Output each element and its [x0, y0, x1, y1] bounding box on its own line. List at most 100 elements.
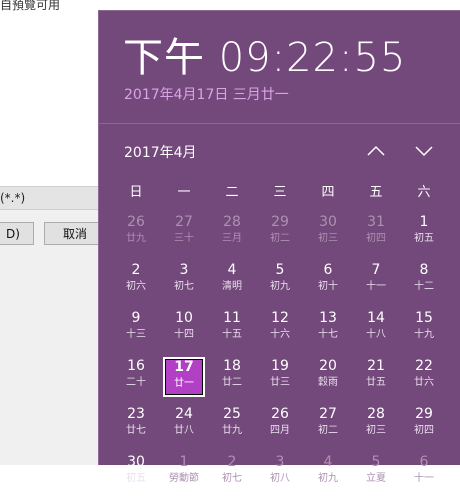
open-button[interactable]: D)	[0, 222, 34, 245]
calendar-day[interactable]: 5 初九	[256, 259, 304, 307]
day-number: 12	[271, 310, 289, 326]
day-number: 26	[127, 214, 145, 230]
calendar-day[interactable]: 19 廿三	[256, 355, 304, 403]
lunar-date: 初四	[366, 233, 386, 244]
calendar-day[interactable]: 13 十七	[304, 307, 352, 355]
lunar-date: 初六	[126, 281, 146, 292]
calendar-day[interactable]: 6 初十	[304, 259, 352, 307]
clock-calendar-flyout: 下午 09:22:55 2017年4月17日 三月廿一 2017年4月 日一二三…	[98, 10, 460, 484]
lunar-date: 四月	[270, 425, 290, 436]
calendar-day[interactable]: 28 初三	[352, 403, 400, 451]
day-number: 23	[127, 406, 145, 422]
calendar-day[interactable]: 10 十四	[160, 307, 208, 355]
calendar-day[interactable]: 8 十二	[400, 259, 448, 307]
day-number: 2	[131, 262, 141, 278]
lunar-date: 廿一	[174, 378, 194, 389]
day-number: 10	[175, 310, 193, 326]
lunar-date: 初二	[270, 233, 290, 244]
day-number: 16	[127, 358, 145, 374]
day-number: 30	[319, 214, 337, 230]
calendar-day[interactable]: 9 十三	[112, 307, 160, 355]
calendar-day[interactable]: 12 十六	[256, 307, 304, 355]
calendar-day-today[interactable]: 17 廿一	[163, 357, 205, 397]
calendar-day[interactable]: 26 四月	[256, 403, 304, 451]
calendar-day[interactable]: 24 廿八	[160, 403, 208, 451]
lunar-date: 清明	[222, 281, 242, 292]
calendar-day[interactable]: 25 廿九	[208, 403, 256, 451]
calendar-day[interactable]: 6 十一	[400, 451, 448, 499]
background-dialog: 自預覽可用 (*.*) D) 取消	[0, 0, 146, 465]
month-title[interactable]: 2017年4月	[124, 142, 197, 162]
calendar-day[interactable]: 27 初二	[304, 403, 352, 451]
calendar-day[interactable]: 1 初五	[400, 211, 448, 259]
lunar-date: 立夏	[366, 473, 386, 484]
calendar-day[interactable]: 2 初六	[112, 259, 160, 307]
weekday-label: 三	[273, 185, 287, 200]
lunar-date: 初三	[366, 425, 386, 436]
calendar-day[interactable]: 26 廿九	[112, 211, 160, 259]
cancel-button[interactable]: 取消	[44, 222, 106, 245]
lunar-date: 十五	[222, 329, 242, 340]
file-type-filter[interactable]: (*.*)	[0, 191, 25, 205]
calendar-day[interactable]: 3 初八	[256, 451, 304, 499]
day-number: 6	[323, 262, 333, 278]
day-number: 1	[419, 214, 429, 230]
calendar-day[interactable]: 30 初五	[112, 451, 160, 499]
lunar-date: 初三	[318, 233, 338, 244]
weekday-label: 二	[225, 185, 239, 200]
calendar-day[interactable]: 3 初七	[160, 259, 208, 307]
calendar-day[interactable]: 2 初七	[208, 451, 256, 499]
lunar-date: 初七	[174, 281, 194, 292]
calendar-day[interactable]: 16 二十	[112, 355, 160, 403]
calendar-day[interactable]: 4 清明	[208, 259, 256, 307]
weekday-label: 五	[369, 185, 383, 200]
calendar-day[interactable]: 29 初二	[256, 211, 304, 259]
lunar-date: 初四	[414, 425, 434, 436]
day-number: 31	[367, 214, 385, 230]
weekday-label: 四	[321, 185, 335, 200]
day-number: 2	[227, 454, 237, 470]
lunar-date: 廿八	[174, 425, 194, 436]
weekday-label: 六	[417, 185, 431, 200]
lunar-date: 初五	[126, 473, 146, 484]
calendar-day[interactable]: 23 廿七	[112, 403, 160, 451]
calendar-day[interactable]: 21 廿五	[352, 355, 400, 403]
calendar-day[interactable]: 1 勞動節	[160, 451, 208, 499]
calendar-day[interactable]: 28 三月	[208, 211, 256, 259]
calendar-day[interactable]: 31 初四	[352, 211, 400, 259]
calendar-day[interactable]: 27 三十	[160, 211, 208, 259]
calendar-day[interactable]: 18 廿二	[208, 355, 256, 403]
day-number: 8	[419, 262, 429, 278]
full-date-link[interactable]: 2017年4月17日 三月廿一	[124, 84, 289, 104]
lunar-date: 十一	[366, 281, 386, 292]
day-number: 20	[319, 358, 337, 374]
calendar-day[interactable]: 15 十九	[400, 307, 448, 355]
calendar-day[interactable]: 11 十五	[208, 307, 256, 355]
previous-month-button[interactable]	[363, 139, 389, 163]
lunar-date: 十九	[414, 329, 434, 340]
day-number: 3	[179, 262, 189, 278]
day-number: 11	[223, 310, 241, 326]
day-number: 1	[179, 454, 189, 470]
calendar-day[interactable]: 14 十八	[352, 307, 400, 355]
calendar-day[interactable]: 7 十一	[352, 259, 400, 307]
divider	[99, 123, 460, 124]
lunar-date: 十七	[318, 329, 338, 340]
day-number: 29	[271, 214, 289, 230]
day-number: 4	[323, 454, 333, 470]
calendar-day[interactable]: 22 廿六	[400, 355, 448, 403]
calendar-day[interactable]: 30 初三	[304, 211, 352, 259]
lunar-date: 廿九	[222, 425, 242, 436]
lunar-date: 穀雨	[318, 377, 338, 388]
calendar-day[interactable]: 4 初九	[304, 451, 352, 499]
day-number: 27	[319, 406, 337, 422]
day-number: 28	[223, 214, 241, 230]
day-number: 26	[271, 406, 289, 422]
day-number: 27	[175, 214, 193, 230]
calendar-day[interactable]: 20 穀雨	[304, 355, 352, 403]
calendar-day[interactable]: 5 立夏	[352, 451, 400, 499]
day-number: 6	[419, 454, 429, 470]
calendar-day[interactable]: 29 初四	[400, 403, 448, 451]
next-month-button[interactable]	[411, 139, 437, 163]
calendar-grid: 26 廿九 27 三十 28 三月 29 初二 30 初三 31 初四 1 初五 2 初六 3 初七 4 清明 5 初九 6…	[112, 211, 448, 499]
